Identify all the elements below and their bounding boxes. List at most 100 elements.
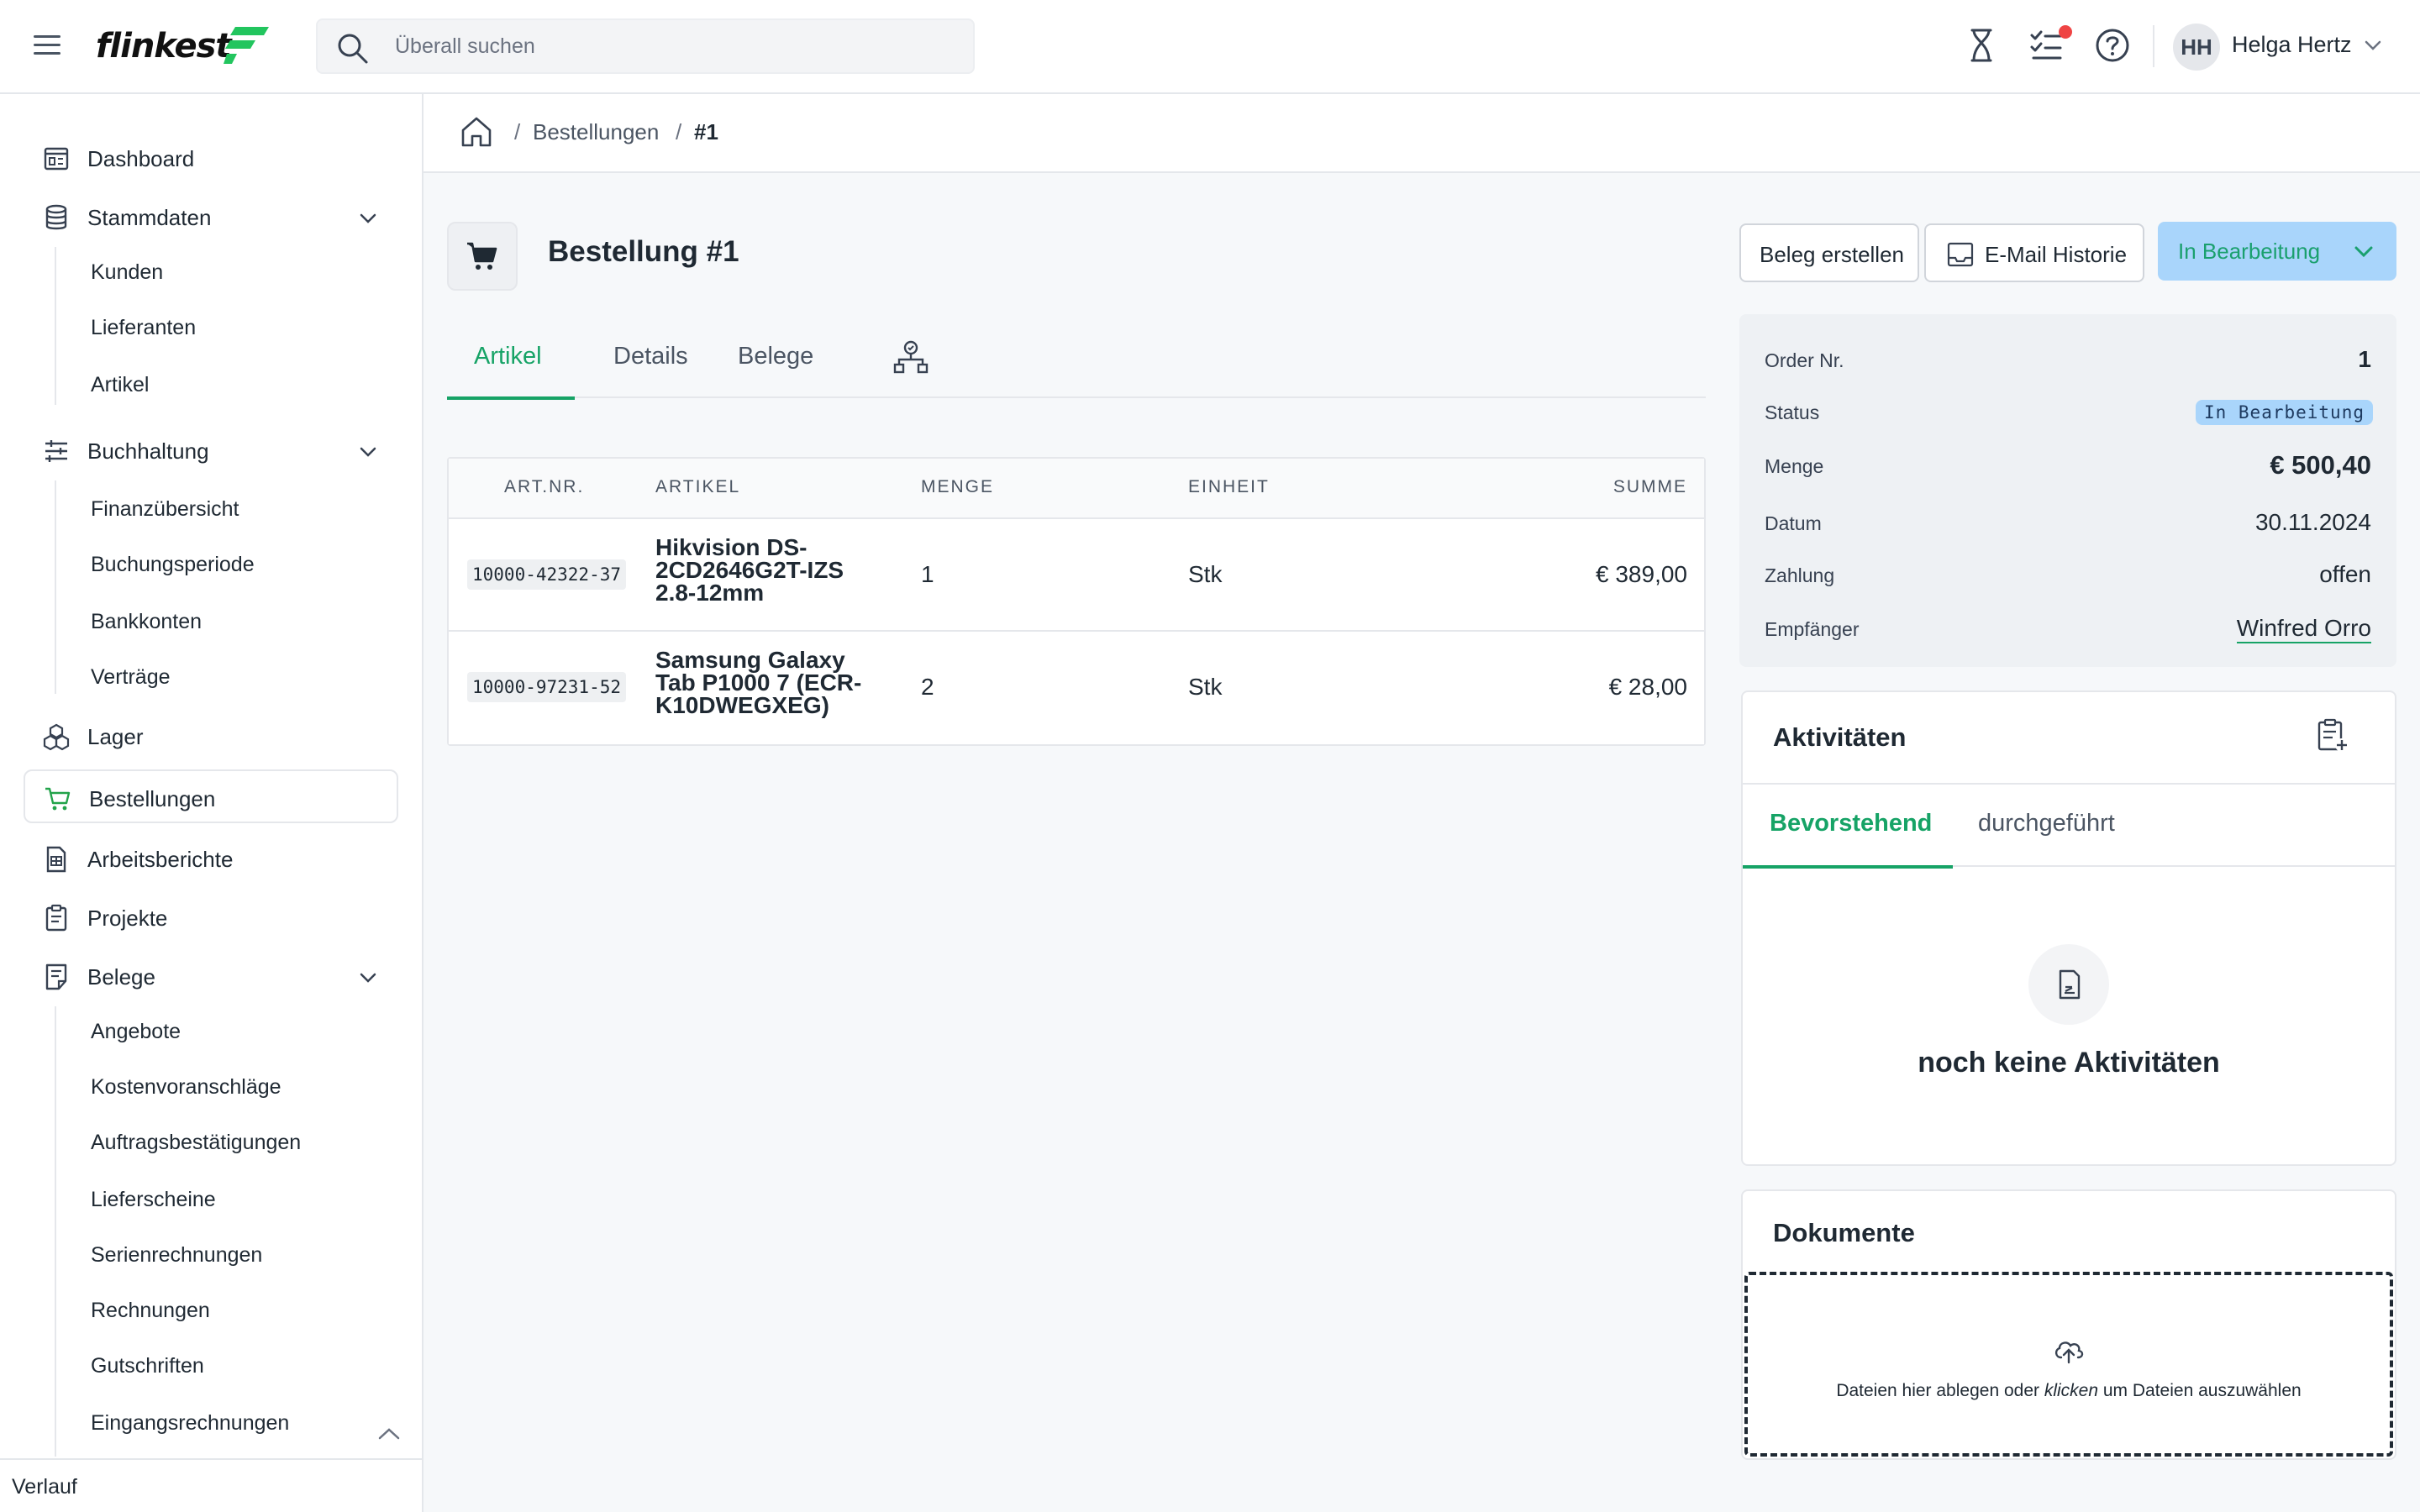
menu-icon[interactable] [32,32,64,59]
notification-dot [2059,25,2072,39]
search-icon [338,34,368,64]
line-sum: € 28,00 [1608,674,1687,700]
order-tabs: Artikel Details Belege [447,319,1706,400]
info-value: 30.11.2024 [2254,509,2371,535]
chevron-down-icon [2354,246,2373,258]
sidebar-item-arbeitsberichte[interactable]: Arbeitsberichte [24,832,398,885]
sidebar-item-stammdaten[interactable]: Stammdaten [24,190,398,244]
sidebar-item-label: Dashboard [87,146,195,171]
tab-bevorstehend[interactable]: Bevorstehend [1743,785,1953,869]
page-title: Bestellung #1 [548,235,739,268]
sidebar-item-bestellungen[interactable]: Bestellungen [24,769,398,823]
sidebar-subitem-label: Finanzübersicht [91,497,239,521]
chevron-down-icon[interactable] [358,968,378,988]
chevron-up-icon[interactable] [376,1421,402,1446]
breadcrumb-bestellungen[interactable]: Bestellungen [533,119,659,145]
chevron-down-icon[interactable] [358,208,378,228]
table-row[interactable]: 10000-97231-52 Samsung Galaxy Tab P1000 … [449,632,1704,744]
tab-label: Artikel [474,343,542,370]
sidebar-subitem-lieferanten[interactable]: Lieferanten [76,302,395,353]
articles-table: ART.NR. ARTIKEL MENGE EINHEIT SUMME 1000… [447,457,1706,746]
table-row[interactable]: 10000-42322-37 Hikvision DS-2CD2646G2T-I… [449,519,1704,632]
sidebar-subitem-angebote[interactable]: Angebote [76,1006,395,1057]
tab-workflow[interactable] [892,319,960,398]
sidebar-subitem-artikel[interactable]: Artikel [76,360,395,410]
sidebar-subitem-bankkonten[interactable]: Bankkonten [76,596,395,647]
tab-artikel[interactable]: Artikel [447,319,575,400]
sidebar-item-belege[interactable]: Belege [24,949,398,1003]
sidebar-subitem-serienrechnungen[interactable]: Serienrechnungen [76,1230,395,1280]
user-name[interactable]: Helga Hertz [2232,32,2352,58]
sidebar: Dashboard Stammdaten Kunden Lieferanten … [0,94,424,1512]
dropzone-click-link[interactable]: klicken [2044,1381,2098,1400]
activities-card: Aktivitäten Bevorstehend durchgeführt no… [1741,690,2396,1166]
sidebar-item-buchhaltung[interactable]: Buchhaltung [24,423,398,477]
tab-durchgefuehrt[interactable]: durchgeführt [1961,785,2154,867]
top-header: flinkest HH Helga Hertz [0,0,2420,94]
avatar[interactable]: HH [2173,24,2220,71]
info-value: 1 [2358,346,2371,372]
article-number: 10000-97231-52 [467,672,627,702]
sidebar-subitem-label: Buchungsperiode [91,553,255,576]
sliders-icon [45,440,67,462]
sidebar-subitem-gutschriften[interactable]: Gutschriften [76,1341,395,1391]
button-label: E-Mail Historie [1985,242,2128,267]
tab-belege[interactable]: Belege [713,319,817,398]
tab-label: Belege [738,343,814,370]
cart-icon [45,787,71,811]
recipient-link[interactable]: Winfred Orro [2236,615,2371,643]
sidebar-item-label: Lager [87,724,144,749]
help-icon[interactable] [2092,25,2133,66]
breadcrumb: / Bestellungen / #1 [424,94,2420,173]
history-label: Verlauf [12,1475,77,1499]
article-number: 10000-42322-37 [467,559,627,590]
sidebar-subitem-vertraege[interactable]: Verträge [76,652,395,702]
dashboard-icon [44,147,69,171]
sidebar-subitem-label: Artikel [91,373,150,396]
sidebar-subitem-buchungsperiode[interactable]: Buchungsperiode [76,539,395,590]
logo-text: flinkest [96,27,232,66]
add-activity-icon[interactable] [2314,717,2351,754]
global-search[interactable] [316,18,975,74]
sidebar-item-lager[interactable]: Lager [24,709,398,763]
create-document-button[interactable]: Beleg erstellen [1739,223,1919,282]
sidebar-subitem-finanzuebersicht[interactable]: Finanzübersicht [76,484,395,534]
sidebar-subitem-rechnungen[interactable]: Rechnungen [76,1285,395,1336]
sidebar-item-label: Buchhaltung [87,438,209,464]
info-datum: Datum 30.11.2024 [1739,496,2396,549]
breadcrumb-separator: / [514,119,521,144]
column-header: MENGE [921,477,995,496]
home-icon[interactable] [459,114,494,150]
info-status: Status In Bearbeitung [1739,385,2396,438]
email-history-button[interactable]: E-Mail Historie [1924,223,2144,282]
sidebar-subitem-eingangsrechnungen[interactable]: Eingangsrechnungen [76,1398,395,1448]
app-logo[interactable]: flinkest [96,22,281,72]
quantity: 2 [921,674,934,700]
sidebar-subitem-auftragsbestaetigungen[interactable]: Auftragsbestätigungen [76,1117,395,1168]
cloud-upload-icon [2054,1341,2084,1364]
tab-details[interactable]: Details [590,319,696,398]
inbox-icon [1947,242,1974,267]
sidebar-subitem-kostenvoranschlaege[interactable]: Kostenvoranschläge [76,1062,395,1112]
logo-mark-icon [224,27,269,64]
info-label: Datum [1765,512,1822,534]
chevron-down-icon[interactable] [358,442,378,462]
dropzone-text: Dateien hier ablegen oder klicken um Dat… [1748,1381,2390,1401]
sidebar-subitem-kunden[interactable]: Kunden [76,247,395,297]
hourglass-icon[interactable] [1961,25,2002,66]
sidebar-history[interactable]: Verlauf [0,1458,422,1512]
empty-state-icon-box [2028,944,2109,1025]
sidebar-subitem-lieferscheine[interactable]: Lieferscheine [76,1174,395,1225]
submenu-line [55,480,56,694]
info-label: Empfänger [1765,618,1860,640]
submenu-line [55,1006,56,1457]
file-dropzone[interactable]: Dateien hier ablegen oder klicken um Dat… [1744,1272,2393,1457]
sidebar-item-projekte[interactable]: Projekte [24,890,398,944]
report-icon [46,846,66,873]
activities-tabs: Bevorstehend durchgeführt [1743,785,2395,869]
boxes-icon [43,723,70,751]
status-dropdown-button[interactable]: In Bearbeitung [2158,222,2396,281]
chevron-down-icon[interactable] [2363,35,2383,55]
sidebar-item-dashboard[interactable]: Dashboard [24,131,398,185]
search-input[interactable] [395,29,950,64]
